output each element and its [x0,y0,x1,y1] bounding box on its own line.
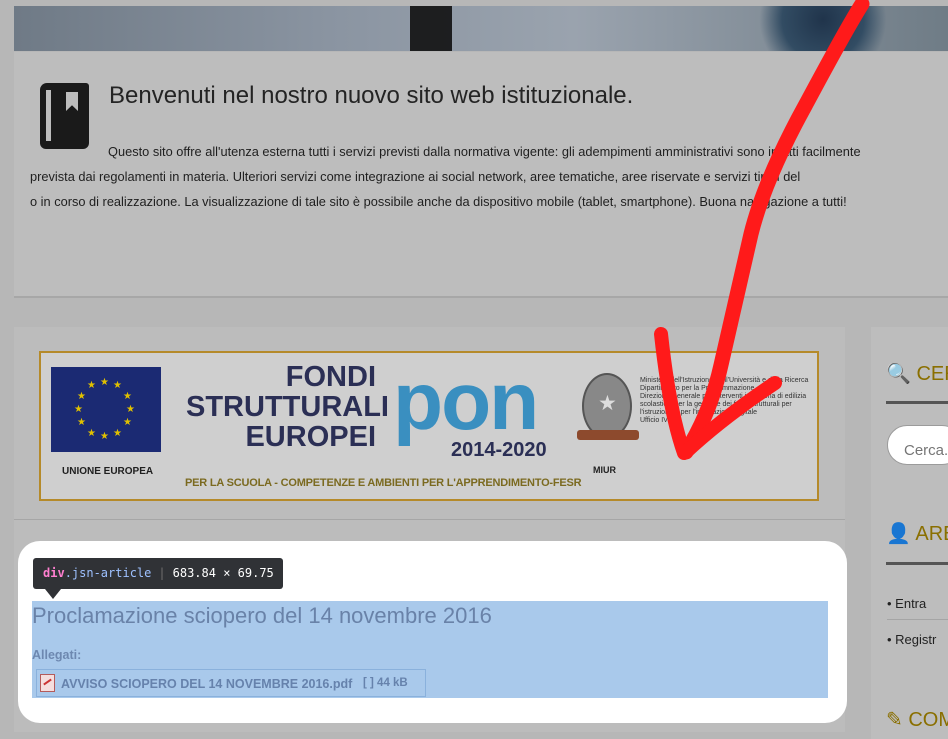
pon-fesr-banner: ★ ★ ★ ★ ★ ★ ★ ★ ★ ★ ★ ★ UNIONE EUROPEA FONDI STR… [39,351,819,501]
tooltip-tag: div [43,566,65,580]
welcome-description: Questo sito offre all'utenza esterna tut… [30,144,861,209]
eu-label: UNIONE EUROPEA [62,466,154,477]
attachment-row[interactable]: AVVISO SCIOPERO DEL 14 NOVEMBRE 2016.pdf… [36,669,426,697]
pdf-file-icon [40,674,55,692]
tooltip-dimensions: 683.84 × 69.75 [172,566,274,580]
right-sidebar: 🔍 CER 👤 ARE • Entra • Registr ✎ COM [871,327,948,739]
devtools-highlight-callout: div.jsn-article | 683.84 × 69.75 Proclamaz… [18,541,847,723]
search-input[interactable] [887,425,948,465]
login-link[interactable]: • Entra [887,596,926,611]
attachment-link[interactable]: AVVISO SCIOPERO DEL 14 NOVEMBRE 2016.pdf [61,677,352,691]
fondi-strutturali-text: FONDI STRUTTURALI EUROPEI [186,361,389,453]
header-photo-dark-shape [410,6,452,51]
pon-bottom-text: PER LA SCUOLA - COMPETENZE E AMBIENTI PE… [185,477,582,489]
search-heading-text: CER [916,363,948,385]
tooltip-class: .jsn-article [64,566,152,580]
register-link[interactable]: • Registr [887,632,936,647]
tooltip-separator: | [158,566,166,580]
pon-years: 2014-2020 [451,439,547,461]
sidebar-rule [886,562,948,565]
sidebar-separator [887,619,948,620]
area-module-heading: 👤 ARE [886,521,948,546]
header-photo-tree [738,6,908,51]
emblem-ribbon [577,430,639,440]
site-header-photo [14,6,948,51]
pencil-icon: ✎ [886,709,903,731]
miur-description: Ministero dell'Istruzione, dell'Universi… [640,377,809,424]
area-heading-text: ARE [915,523,948,545]
section-divider [14,296,948,298]
element-inspector-tooltip: div.jsn-article | 683.84 × 69.75 [33,558,283,599]
article-title-link[interactable]: Proclamazione sciopero del 14 novembre 2… [32,603,492,629]
search-module-heading: 🔍 CER [886,361,948,386]
welcome-title: Benvenuti nel nostro nuovo sito web isti… [109,82,634,109]
sidebar-rule [886,401,948,404]
com-heading-text: COM [908,709,948,731]
attachment-meta: [ ] 44 kB [363,677,408,689]
register-link-text: Registr [895,632,937,647]
login-link-text: Entra [895,596,927,611]
attachments-label: Allegati: [32,648,82,662]
content-divider [14,519,845,520]
pon-logo-text: pon [393,356,539,447]
com-module-heading: ✎ COM [886,707,948,732]
miur-label: MIUR [593,465,616,475]
user-icon: 👤 [886,523,911,545]
welcome-section: Benvenuti nel nostro nuovo sito web isti… [14,52,948,298]
eu-flag-icon: ★ ★ ★ ★ ★ ★ ★ ★ ★ ★ ★ ★ [51,367,161,452]
search-icon: 🔍 [886,363,911,385]
